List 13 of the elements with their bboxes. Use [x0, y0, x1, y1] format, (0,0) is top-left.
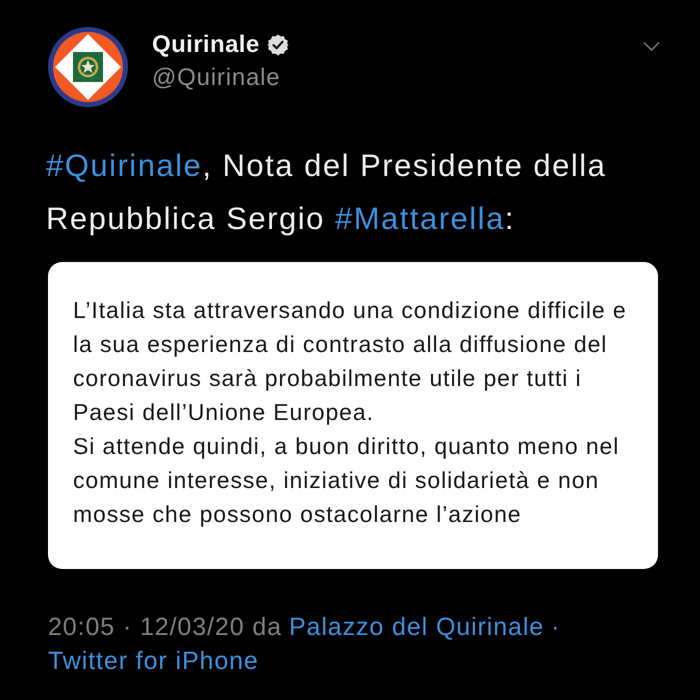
hashtag-link[interactable]: #Mattarella [334, 201, 505, 236]
chevron-down-icon[interactable] [643, 42, 660, 51]
dot-separator: · [551, 612, 560, 643]
tweet-text: #Quirinale, Nota del Presidente della Repubblica Sergio #Mattarella: [46, 147, 608, 238]
tweet-timestamp: 20:05 · 12/03/20 da [48, 612, 282, 643]
source-link[interactable]: Palazzo del Quirinale [288, 610, 544, 644]
account-handle[interactable]: @Quirinale [152, 64, 289, 92]
hashtag-link[interactable]: #Quirinale [46, 148, 202, 183]
quote-text: Si attende quindi, a buon diritto, quanto meno nel comune interesse, iniziative di solidarietà e non mosse che possono ostacolarne l’azione [73, 432, 620, 529]
account-name[interactable]: Quirinale [152, 31, 260, 59]
avatar-logo-icon[interactable] [48, 27, 128, 107]
source-link[interactable]: Twitter for iPhone [48, 644, 259, 678]
quote-text: L’Italia sta attraversando una condizione difficile e la sua esperienza di contrasto alla diffusione del coronavirus sarà probabilmente utile per tutti i Paesi dell’Unione Europea. [73, 296, 628, 427]
